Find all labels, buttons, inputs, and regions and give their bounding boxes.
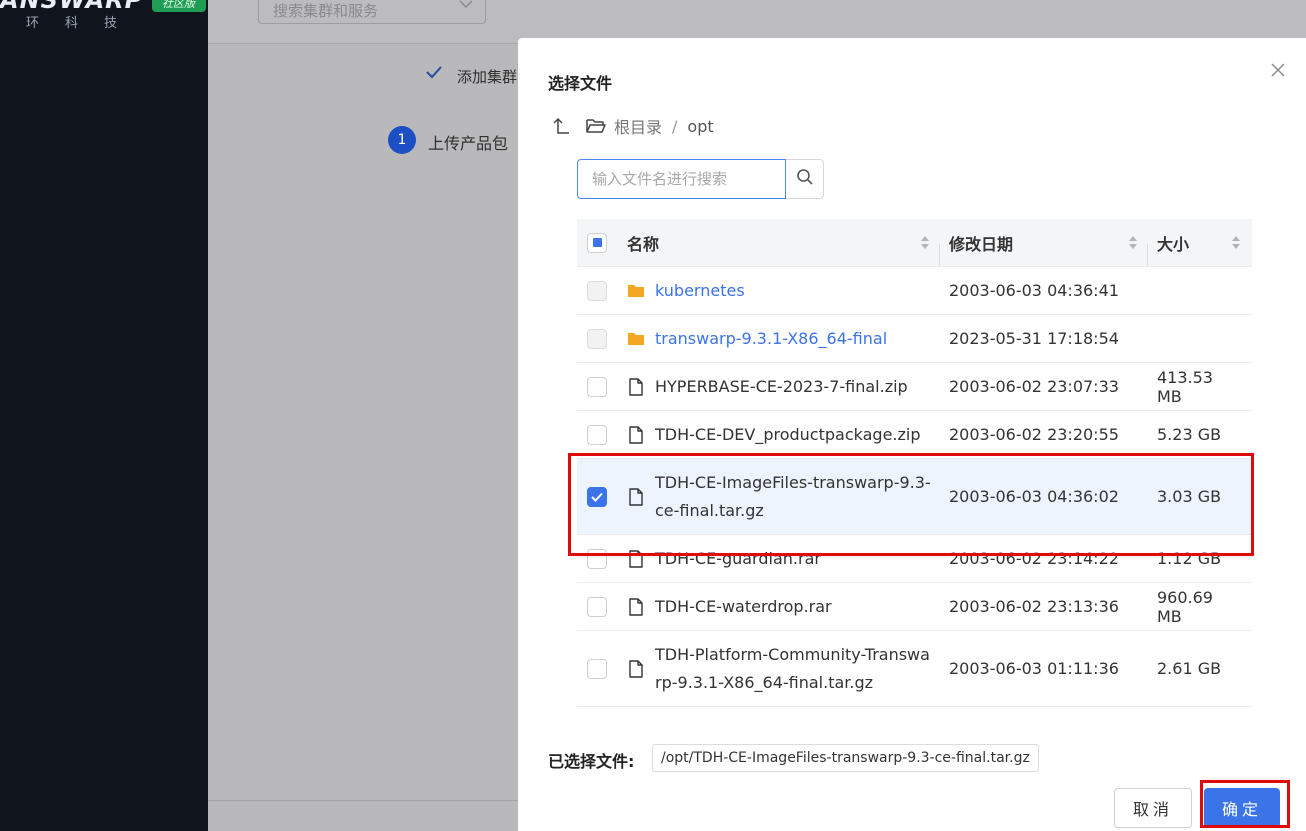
column-header-size: 大小	[1157, 234, 1190, 254]
table-row[interactable]: TDH-Platform-Community-Transwarp-9.3.1-X…	[577, 631, 1252, 707]
selected-file-path: /opt/TDH-CE-ImageFiles-transwarp-9.3-ce-…	[652, 744, 1039, 772]
dialog-title: 选择文件	[548, 74, 613, 93]
breadcrumb-current: opt	[687, 116, 714, 136]
file-icon	[627, 597, 645, 616]
row-checkbox[interactable]	[587, 376, 607, 397]
row-date: 2003-06-02 23:14:22	[949, 549, 1119, 568]
row-checkbox[interactable]	[587, 424, 607, 445]
row-size: 960.69 MB	[1157, 587, 1213, 626]
go-up-icon[interactable]	[552, 116, 572, 136]
close-icon[interactable]	[1266, 60, 1290, 84]
table-row[interactable]: TDH-CE-waterdrop.rar 2003-06-02 23:13:36…	[577, 583, 1252, 631]
logo-subtitle: 环科技	[26, 16, 144, 31]
file-table: 名称 修改日期 大小 kubernetes 2003-06-03 04:36:4…	[577, 219, 1252, 707]
row-date: 2003-06-02 23:20:55	[949, 425, 1119, 444]
folder-icon	[627, 330, 645, 348]
row-date: 2003-06-02 23:07:33	[949, 377, 1119, 396]
file-icon	[627, 487, 645, 506]
row-size: 2.61 GB	[1157, 659, 1222, 678]
folder-icon	[627, 282, 645, 300]
step-upload-package: 上传产品包	[428, 134, 509, 153]
step-number-badge: 1	[388, 126, 416, 154]
file-icon	[627, 425, 645, 444]
folder-open-icon	[586, 117, 606, 135]
confirm-button[interactable]: 确定	[1204, 788, 1280, 828]
sort-name-icon[interactable]	[921, 236, 929, 249]
select-all-checkbox[interactable]	[587, 232, 607, 253]
table-header: 名称 修改日期 大小	[577, 219, 1252, 267]
cluster-search-select: 搜索集群和服务	[258, 0, 486, 24]
row-checkbox[interactable]	[587, 596, 607, 617]
file-name: TDH-CE-waterdrop.rar	[655, 596, 832, 616]
breadcrumb-separator: /	[672, 116, 678, 136]
row-date: 2003-06-03 04:36:41	[949, 281, 1119, 300]
breadcrumb: 根目录 / opt	[552, 114, 714, 138]
step-add-cluster: 添加集群	[457, 68, 518, 86]
search-icon	[796, 168, 814, 190]
file-name: TDH-CE-guardian.rar	[655, 548, 821, 568]
row-checkbox-checked[interactable]	[587, 486, 607, 507]
cancel-button[interactable]: 取消	[1114, 788, 1192, 828]
cluster-search-placeholder: 搜索集群和服务	[273, 2, 379, 20]
table-row[interactable]: TDH-CE-DEV_productpackage.zip 2003-06-02…	[577, 411, 1252, 459]
file-select-dialog: 选择文件 根目录 / opt 名称 修改日期	[518, 38, 1306, 831]
table-row-selected[interactable]: TDH-CE-ImageFiles-transwarp-9.3-ce-final…	[577, 459, 1252, 535]
row-date: 2003-06-03 04:36:02	[949, 487, 1119, 506]
row-checkbox[interactable]	[587, 658, 607, 679]
column-header-date: 修改日期	[949, 234, 1014, 254]
table-row[interactable]: kubernetes 2003-06-03 04:36:41	[577, 267, 1252, 315]
check-icon	[426, 64, 442, 84]
folder-name[interactable]: kubernetes	[655, 277, 745, 305]
file-name: TDH-Platform-Community-Transwarp-9.3.1-X…	[655, 644, 930, 692]
table-row[interactable]: HYPERBASE-CE-2023-7-final.zip 2003-06-02…	[577, 363, 1252, 411]
file-search-input[interactable]	[577, 159, 786, 199]
app-sidebar: ANSWARP 社区版 环科技	[0, 0, 208, 831]
file-name: HYPERBASE-CE-2023-7-final.zip	[655, 376, 908, 396]
row-date: 2023-05-31 17:18:54	[949, 329, 1119, 348]
breadcrumb-root[interactable]: 根目录	[614, 114, 662, 138]
sort-date-icon[interactable]	[1129, 236, 1137, 249]
file-name: TDH-CE-ImageFiles-transwarp-9.3-ce-final…	[655, 472, 931, 520]
row-date: 2003-06-02 23:13:36	[949, 597, 1119, 616]
row-size: 1.12 GB	[1157, 549, 1222, 568]
row-size: 5.23 GB	[1157, 425, 1222, 444]
row-size: 413.53 MB	[1157, 367, 1213, 406]
row-checkbox	[587, 280, 607, 301]
chevron-down-icon	[459, 0, 473, 12]
row-checkbox	[587, 328, 607, 349]
row-size: 3.03 GB	[1157, 487, 1222, 506]
sort-size-icon[interactable]	[1232, 236, 1240, 249]
file-icon	[627, 377, 645, 396]
edition-badge: 社区版	[152, 0, 206, 12]
file-name: TDH-CE-DEV_productpackage.zip	[655, 424, 921, 444]
file-icon	[627, 659, 645, 678]
row-date: 2003-06-03 01:11:36	[949, 659, 1119, 678]
search-button[interactable]	[786, 159, 824, 199]
folder-name[interactable]: transwarp-9.3.1-X86_64-final	[655, 325, 887, 353]
file-search	[577, 159, 824, 199]
check-icon	[591, 492, 603, 502]
table-row[interactable]: transwarp-9.3.1-X86_64-final 2023-05-31 …	[577, 315, 1252, 363]
table-row[interactable]: TDH-CE-guardian.rar 2003-06-02 23:14:22 …	[577, 535, 1252, 583]
selected-file-label: 已选择文件:	[548, 752, 635, 771]
row-checkbox[interactable]	[587, 548, 607, 569]
file-icon	[627, 549, 645, 568]
column-header-name: 名称	[627, 234, 660, 254]
